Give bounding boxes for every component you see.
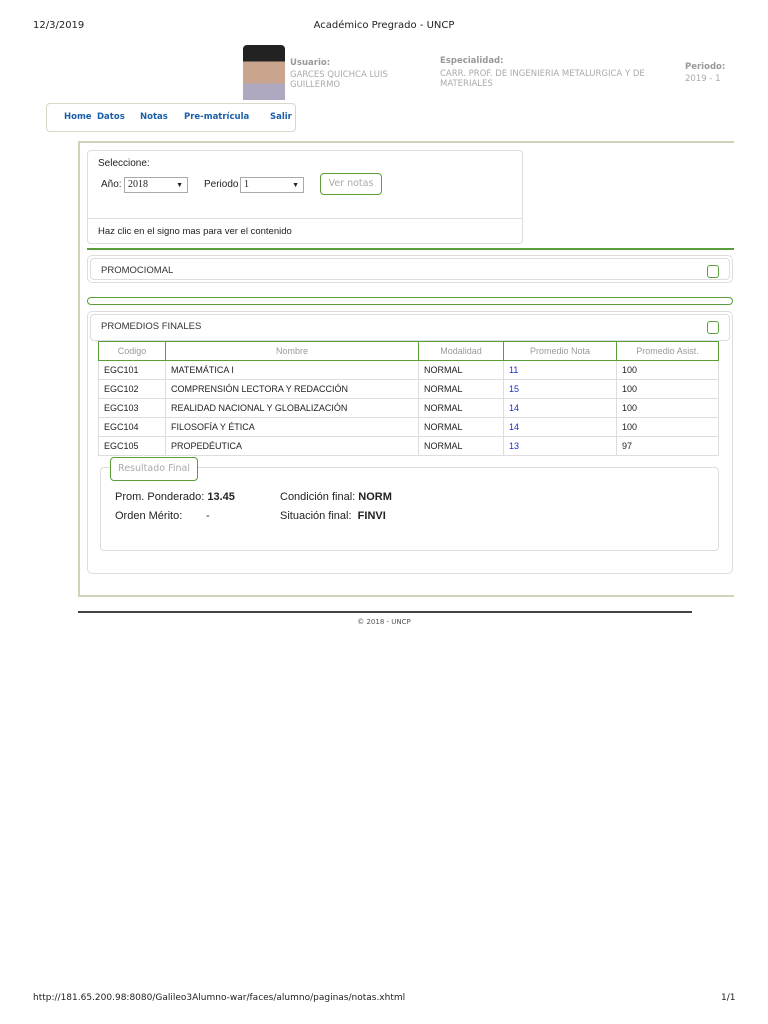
periodo-select[interactable]: 1 ▼ (240, 177, 304, 193)
empty-panel (87, 297, 733, 305)
table-cell: EGC105 (98, 436, 166, 456)
selector-box: Seleccione: Año: 2018 ▼ Periodo 1 ▼ Ver no… (87, 150, 523, 244)
print-title: Académico Pregrado - UNCP (313, 20, 455, 31)
expand-toggle-icon[interactable] (707, 265, 719, 278)
orden-merito-label: Orden Mérito: (115, 510, 183, 522)
green-divider (87, 248, 734, 250)
nav-notas[interactable]: Notas (140, 112, 168, 122)
promedios-title: PROMEDIOS FINALES (101, 321, 202, 332)
resultado-legend: Resultado Final (110, 457, 198, 481)
nav-home[interactable]: Home (64, 112, 92, 122)
usuario-value: GARCES QUICHCA LUIS GUILLERMO (290, 70, 388, 90)
table-cell: 100 (616, 398, 719, 418)
table-cell: 97 (616, 436, 719, 456)
table-row: EGC104 FILOSOFÍA Y ÉTICA NORMAL 14 100 (98, 417, 719, 437)
table-cell: NORMAL (418, 360, 504, 380)
footer-line (78, 611, 692, 613)
hint-text: Haz clic en el signo mas para ver el con… (98, 226, 292, 237)
table-cell: NORMAL (418, 379, 504, 399)
table-row: EGC102 COMPRENSIÓN LECTORA Y REDACCIÓN NOR… (98, 379, 719, 399)
usuario-label: Usuario: (290, 58, 331, 68)
table-row: EGC103 REALIDAD NACIONAL Y GLOBALIZACIÓN N… (98, 398, 719, 418)
collapse-toggle-icon[interactable] (707, 321, 719, 334)
col-promedio-asist: Promedio Asist. (616, 341, 719, 361)
col-promedio-nota: Promedio Nota (503, 341, 617, 361)
selector-title: Seleccione: (98, 158, 150, 169)
table-cell: 11 (503, 360, 617, 380)
nav-salir[interactable]: Salir (270, 112, 292, 122)
table-cell: EGC101 (98, 360, 166, 380)
periodo-value: 2019 - 1 (685, 74, 721, 84)
table-cell: 13 (503, 436, 617, 456)
table-cell: NORMAL (418, 417, 504, 437)
condicion-final: Condición final: NORM (280, 491, 392, 503)
table-cell: NORMAL (418, 436, 504, 456)
table-cell: 100 (616, 360, 719, 380)
chevron-down-icon: ▼ (176, 181, 183, 189)
prom-ponderado: Prom. Ponderado: 13.45 (115, 491, 235, 503)
col-nombre: Nombre (165, 341, 419, 361)
orden-merito-value: - (206, 510, 210, 522)
table-cell: 100 (616, 417, 719, 437)
table-cell: EGC104 (98, 417, 166, 437)
table-cell: PROPEDÉUTICA (165, 436, 419, 456)
table-cell: NORMAL (418, 398, 504, 418)
table-cell: REALIDAD NACIONAL Y GLOBALIZACIÓN (165, 398, 419, 418)
table-cell: 14 (503, 417, 617, 437)
table-cell: EGC103 (98, 398, 166, 418)
table-cell: COMPRENSIÓN LECTORA Y REDACCIÓN (165, 379, 419, 399)
table-cell: 100 (616, 379, 719, 399)
print-url: http://181.65.200.98:8080/Galileo3Alumno… (33, 993, 406, 1003)
table-row: EGC101 MATEMÁTICA I NORMAL 11 100 (98, 360, 719, 380)
grades-table: Codigo Nombre Modalidad Promedio Nota Pr… (98, 341, 719, 456)
avatar (243, 45, 285, 100)
chevron-down-icon: ▼ (292, 181, 299, 189)
table-row: EGC105 PROPEDÉUTICA NORMAL 13 97 (98, 436, 719, 456)
nav-bar: Home Datos Notas Pre-matrícula Salir (46, 103, 296, 132)
nav-datos[interactable]: Datos (97, 112, 125, 122)
table-cell: FILOSOFÍA Y ÉTICA (165, 417, 419, 437)
divider (88, 218, 522, 219)
situacion-final: Situación final: FINVI (280, 510, 386, 522)
table-cell: MATEMÁTICA I (165, 360, 419, 380)
ver-notas-button[interactable]: Ver notas (320, 173, 382, 195)
table-cell: 14 (503, 398, 617, 418)
col-codigo: Codigo (98, 341, 166, 361)
periodo-select-label: Periodo (204, 179, 239, 190)
periodo-label: Periodo: (685, 62, 726, 72)
anio-label: Año: (101, 179, 122, 190)
table-cell: 15 (503, 379, 617, 399)
nav-prematricula[interactable]: Pre-matrícula (184, 112, 249, 122)
promocional-panel: PROMOCIOMAL (87, 255, 733, 283)
print-page: 1/1 (721, 993, 736, 1003)
especialidad-label: Especialidad: (440, 56, 504, 66)
anio-select[interactable]: 2018 ▼ (124, 177, 188, 193)
table-cell: EGC102 (98, 379, 166, 399)
footer-copyright: © 2018 - UNCP (357, 618, 411, 626)
especialidad-value: CARR. PROF. DE INGENIERIA METALURGICA Y … (440, 69, 645, 89)
col-modalidad: Modalidad (418, 341, 504, 361)
promocional-title: PROMOCIOMAL (101, 265, 174, 276)
